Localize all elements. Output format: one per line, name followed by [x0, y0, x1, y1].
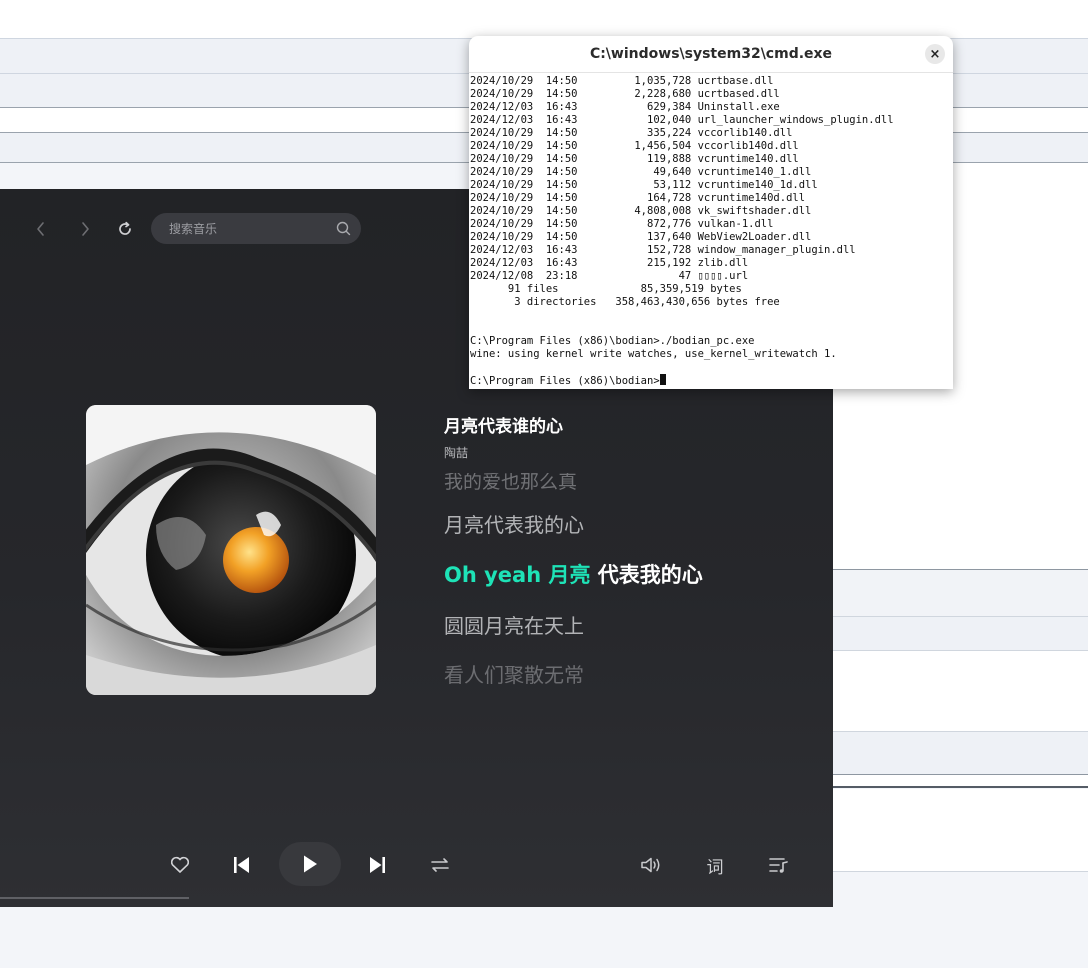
console-line: 2024/10/29 14:50 4,808,008 vk_swiftshade…	[470, 205, 812, 217]
cmd-window-title: C:\windows\system32\cmd.exe	[469, 36, 953, 73]
background-titlebar	[0, 0, 1088, 39]
search-box[interactable]	[151, 213, 361, 244]
playlist-button[interactable]	[765, 852, 793, 878]
song-artist[interactable]: 陶喆	[444, 444, 468, 461]
cmd-window: C:\windows\system32\cmd.exe × 2024/10/29…	[469, 36, 953, 389]
play-icon	[304, 855, 317, 873]
console-line: 2024/10/29 14:50 119,888 vcruntime140.dl…	[470, 153, 799, 165]
lyric-sung-part: Oh yeah 月亮	[444, 563, 591, 587]
console-line: 2024/10/29 14:50 1,456,504 vccorlib140d.…	[470, 140, 799, 152]
skip-previous-icon	[234, 857, 249, 873]
console-line: 2024/10/29 14:50 49,640 vcruntime140_1.d…	[470, 166, 812, 178]
lyric-line: 我的爱也那么真	[444, 473, 578, 493]
console-line: 91 files 85,359,519 bytes	[470, 283, 742, 295]
lyrics-button[interactable]: 词	[701, 852, 729, 878]
lyric-line: 月亮代表我的心	[444, 513, 584, 537]
console-output[interactable]: 2024/10/29 14:50 1,035,728 ucrtbase.dll 2…	[469, 73, 953, 388]
play-button[interactable]	[279, 842, 341, 886]
background-row	[833, 570, 1088, 617]
skip-next-icon	[370, 857, 385, 873]
console-line: 2024/10/29 14:50 137,640 WebView2Loader.…	[470, 231, 812, 243]
console-prompt: C:\Program Files (x86)\bodian>	[470, 375, 660, 387]
heart-icon	[170, 856, 190, 873]
background-row	[833, 617, 1088, 651]
playback-progress-bar[interactable]	[0, 897, 189, 899]
console-line: 2024/10/29 14:50 164,728 vcruntime140d.d…	[470, 192, 806, 204]
console-prompt-line[interactable]: C:\Program Files (x86)\bodian>	[470, 374, 953, 388]
background-row	[833, 732, 1088, 775]
repeat-mode-icon	[431, 858, 449, 872]
close-button[interactable]: ×	[925, 44, 945, 64]
chevron-right-icon	[82, 222, 89, 236]
refresh-button[interactable]	[112, 217, 138, 241]
text-cursor	[659, 374, 666, 385]
console-line: 2024/10/29 14:50 1,035,728 ucrtbase.dll	[470, 75, 774, 87]
console-line: 2024/10/29 14:50 335,224 vccorlib140.dll	[470, 127, 793, 139]
console-lines: 2024/10/29 14:50 1,035,728 ucrtbase.dll 2…	[470, 75, 953, 374]
background-row	[833, 651, 1088, 732]
search-input[interactable]	[167, 220, 321, 237]
song-title: 月亮代表谁的心	[444, 417, 563, 437]
console-line: C:\Program Files (x86)\bodian>./bodian_p…	[470, 335, 755, 347]
forward-button[interactable]	[72, 217, 98, 241]
lyric-unsung-part: 代表我的心	[590, 563, 703, 587]
volume-button[interactable]	[637, 852, 665, 878]
album-cover	[86, 405, 376, 695]
next-button[interactable]	[364, 852, 390, 878]
console-line: wine: using kernel write watches, use_ke…	[470, 348, 837, 360]
volume-icon	[641, 857, 660, 873]
lyric-line: 看人们聚散无常	[444, 663, 584, 687]
previous-button[interactable]	[229, 852, 255, 878]
back-button[interactable]	[28, 217, 54, 241]
console-line: 2024/10/29 14:50 872,776 vulkan-1.dll	[470, 218, 774, 230]
console-line: 3 directories 358,463,430,656 bytes free	[470, 296, 780, 308]
lyric-line-current: Oh yeah 月亮 代表我的心	[444, 559, 703, 589]
background-row	[833, 775, 1088, 788]
console-line: 2024/12/03 16:43 102,040 url_launcher_wi…	[470, 114, 894, 126]
console-line: 2024/10/29 14:50 53,112 vcruntime140_1d.…	[470, 179, 818, 191]
lyrics-panel: 我的爱也那么真 月亮代表我的心 Oh yeah 月亮 代表我的心 圆圆月亮在天上…	[444, 473, 824, 705]
console-line: 2024/12/03 16:43 215,192 zlib.dll	[470, 257, 749, 269]
play-mode-button[interactable]	[426, 852, 454, 878]
search-icon[interactable]	[336, 221, 351, 240]
console-line: 2024/12/08 23:18 47 ▯▯▯▯.url	[470, 270, 749, 282]
console-line: 2024/10/29 14:50 2,228,680 ucrtbased.dll	[470, 88, 780, 100]
playlist-icon	[769, 858, 788, 873]
background-row	[833, 789, 1088, 872]
favorite-button[interactable]	[166, 852, 194, 878]
lyric-line: 圆圆月亮在天上	[444, 614, 584, 638]
chevron-left-icon	[37, 222, 44, 236]
console-line: 2024/12/03 16:43 152,728 window_manager_…	[470, 244, 856, 256]
console-line: 2024/12/03 16:43 629,384 Uninstall.exe	[470, 101, 780, 113]
refresh-icon	[119, 221, 131, 235]
